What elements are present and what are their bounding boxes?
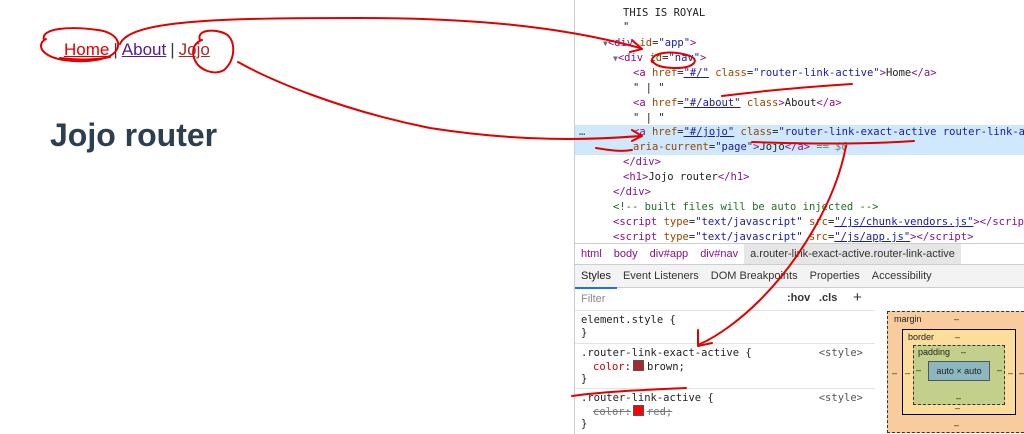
filter-row: :hov .cls + bbox=[575, 288, 875, 311]
text-node: " | " bbox=[633, 112, 665, 124]
rule-router-link-active: .router-link-active {<style> color: red; … bbox=[575, 389, 875, 433]
page-title: Jojo router bbox=[50, 117, 218, 153]
tree-line-comment[interactable]: <!-- built files will be auto injected -… bbox=[575, 200, 1024, 215]
box-model-margin-left[interactable]: – bbox=[892, 368, 897, 378]
new-rule-button[interactable]: + bbox=[853, 289, 862, 306]
rule-selector[interactable]: .router-link-active {<style> bbox=[581, 392, 869, 405]
rule-origin-link[interactable]: <style> bbox=[819, 392, 863, 405]
text-node: " bbox=[623, 21, 630, 33]
rule-close: } bbox=[581, 327, 588, 339]
tree-line[interactable]: " bbox=[575, 20, 1024, 35]
rule-element-style: element.style { } bbox=[575, 311, 875, 344]
rule-origin-link[interactable]: <style> bbox=[819, 347, 863, 360]
box-model-border-top[interactable]: – bbox=[955, 332, 960, 342]
css-declaration[interactable]: color: brown; bbox=[593, 360, 685, 373]
box-model-padding: padding – – – – auto × auto bbox=[913, 345, 1005, 405]
box-model: margin – – – – border – – – – padding – … bbox=[887, 311, 1024, 433]
rule-router-link-exact-active: .router-link-exact-active {<style> color… bbox=[575, 344, 875, 389]
devtools-panel: THIS IS ROYAL " ▼<div id="app"> ▼<div id… bbox=[574, 0, 1024, 434]
tree-line[interactable]: " | " bbox=[575, 81, 1024, 96]
tree-line-div-nav[interactable]: ▼<div id="nav"> bbox=[575, 51, 1024, 66]
app-viewport: Home | About | Jojo Jojo router bbox=[0, 0, 574, 434]
css-declaration-overridden[interactable]: color: red; bbox=[593, 405, 672, 418]
tree-line-a-jojo-selected-cont[interactable]: aria-current="page">Jojo</a> == $0 bbox=[575, 140, 1024, 155]
tree-line[interactable]: </div> bbox=[575, 155, 1024, 170]
tree-line[interactable]: THIS IS ROYAL bbox=[575, 6, 1024, 21]
breadcrumb-html[interactable]: html bbox=[575, 244, 608, 264]
tree-line-script[interactable]: <script type="text/javascript" src="/js/… bbox=[575, 230, 1024, 243]
tab-properties[interactable]: Properties bbox=[804, 265, 866, 287]
hov-toggle[interactable]: :hov bbox=[787, 292, 810, 304]
breadcrumb-a-current[interactable]: a.router-link-exact-active.router-link-a… bbox=[744, 244, 961, 264]
breadcrumb: html body div#app div#nav a.router-link-exac… bbox=[575, 243, 1024, 265]
color-swatch[interactable] bbox=[632, 405, 644, 416]
tree-line-a-home[interactable]: <a href="#/" class="router-link-active">… bbox=[575, 66, 1024, 81]
more-options-icon[interactable]: … bbox=[579, 125, 585, 140]
filter-input[interactable] bbox=[579, 291, 779, 306]
rule-selector[interactable]: .router-link-exact-active {<style> bbox=[581, 347, 869, 360]
tree-line[interactable]: " | " bbox=[575, 111, 1024, 126]
nav-link-about[interactable]: About bbox=[122, 40, 166, 59]
tree-line-script[interactable]: <script type="text/javascript" src="/js/… bbox=[575, 215, 1024, 230]
color-swatch[interactable] bbox=[632, 360, 644, 371]
cls-toggle[interactable]: .cls bbox=[819, 292, 837, 304]
nav-link-jojo[interactable]: Jojo bbox=[179, 40, 210, 59]
tree-line-h1[interactable]: <h1>Jojo router</h1> bbox=[575, 170, 1024, 185]
sidebar-tabs: Styles Event Listeners DOM Breakpoints Prop… bbox=[575, 265, 1024, 289]
rule-selector[interactable]: element.style { bbox=[581, 314, 676, 327]
nav-link-home[interactable]: Home bbox=[64, 40, 109, 59]
box-model-border: border – – – – padding – – – – auto × au… bbox=[902, 329, 1016, 415]
nav-separator: | bbox=[170, 40, 175, 59]
tab-event-listeners[interactable]: Event Listeners bbox=[617, 265, 705, 287]
box-model-content[interactable]: auto × auto bbox=[928, 361, 990, 381]
breadcrumb-body[interactable]: body bbox=[608, 244, 644, 264]
text-node: " | " bbox=[633, 82, 665, 94]
rule-close: } bbox=[581, 418, 588, 430]
box-model-padding-right[interactable]: – bbox=[997, 365, 1002, 375]
box-model-padding-label: padding bbox=[918, 347, 951, 357]
box-model-margin-label: margin bbox=[894, 314, 922, 324]
tab-dom-breakpoints[interactable]: DOM Breakpoints bbox=[705, 265, 804, 287]
box-model-margin-bottom[interactable]: – bbox=[954, 420, 959, 430]
tab-styles[interactable]: Styles bbox=[575, 265, 617, 289]
text-node: THIS IS ROYAL bbox=[623, 7, 706, 19]
styles-pane: :hov .cls + element.style { } .router-li… bbox=[575, 288, 875, 434]
tree-line-a-jojo-selected[interactable]: … <a href="#/jojo" class="router-link-exa… bbox=[575, 125, 1024, 140]
elements-tree: THIS IS ROYAL " ▼<div id="app"> ▼<div id… bbox=[575, 0, 1024, 243]
box-model-border-label: border bbox=[908, 332, 935, 342]
box-model-padding-bottom[interactable]: – bbox=[956, 393, 961, 403]
box-model-margin-top[interactable]: – bbox=[954, 314, 959, 324]
rule-close: } bbox=[581, 373, 588, 385]
tree-line-a-about[interactable]: <a href="#/about" class>About</a> bbox=[575, 96, 1024, 111]
box-model-padding-left[interactable]: – bbox=[916, 365, 921, 375]
box-model-margin-right[interactable]: – bbox=[1019, 368, 1024, 378]
nav-separator: | bbox=[113, 40, 118, 59]
box-model-padding-top[interactable]: – bbox=[961, 347, 966, 357]
breadcrumb-div-nav[interactable]: div#nav bbox=[694, 244, 744, 264]
nav-bar: Home | About | Jojo bbox=[64, 40, 210, 60]
box-model-border-right[interactable]: – bbox=[1008, 368, 1013, 378]
tree-line[interactable]: </div> bbox=[575, 185, 1024, 200]
breadcrumb-div-app[interactable]: div#app bbox=[644, 244, 695, 264]
tab-accessibility[interactable]: Accessibility bbox=[866, 265, 938, 287]
box-model-border-left[interactable]: – bbox=[905, 368, 910, 378]
tree-line-div-app[interactable]: ▼<div id="app"> bbox=[575, 36, 1024, 51]
